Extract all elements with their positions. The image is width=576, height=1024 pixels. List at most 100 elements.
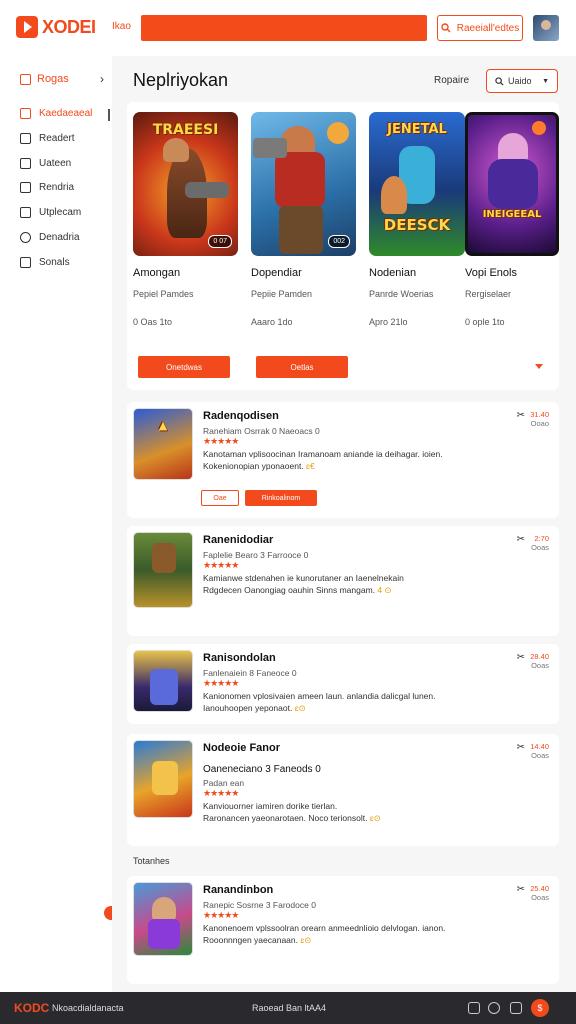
- price-block: 25.40 Ooas: [530, 884, 549, 902]
- game-thumbnail: [133, 650, 193, 712]
- sidebar-item-info[interactable]: Denadria: [20, 232, 80, 243]
- list-item-description: Kanotaman vplisoocinan Iramanoam aniande…: [203, 448, 493, 472]
- star-rating: ★★★★★: [203, 910, 239, 920]
- top-header: XODEI Ikao Raeeiall'edtes: [0, 0, 576, 56]
- chevron-right-icon: ›: [100, 72, 104, 86]
- highlight-tag: ɛ⊙: [369, 813, 381, 823]
- share-icon[interactable]: ✂: [517, 652, 525, 663]
- footer-logo[interactable]: KODC: [14, 1001, 49, 1015]
- list-item[interactable]: Ranenidodiar Faplelie Bearo 3 Farrooce 0…: [127, 526, 559, 636]
- featured-card[interactable]: JENETAL DEESCK Nodenian Panrde Woerias A…: [369, 112, 465, 327]
- game-cover-image: TRAEESI 0 07: [133, 112, 238, 256]
- star-rating: ★★★★★: [203, 788, 239, 798]
- cover-title-art: JENETAL: [387, 122, 447, 137]
- description-line: Kanviouorner iamiren dorike tierlan.: [203, 801, 338, 811]
- share-icon[interactable]: ✂: [517, 410, 525, 421]
- sidebar-item-label: Sonals: [39, 257, 70, 268]
- page-title: Neplriyokan: [133, 70, 229, 90]
- featured-action-button[interactable]: Onetdwas: [138, 356, 230, 378]
- list-item-subtitle: Ranehiam Osrrak 0 Naeoacs 0: [203, 426, 320, 436]
- list-item-description: Kamianwe stdenahen ie kunorutaner an Iae…: [203, 572, 493, 596]
- price-sub: Ooao: [530, 419, 549, 428]
- primary-button[interactable]: Rinkoalinom: [245, 490, 317, 506]
- list-item-subtitle: Ranepic Sosrne 3 Farodoce 0: [203, 900, 316, 910]
- chevron-down-icon: ▼: [542, 77, 549, 85]
- description-line: Kamianwe stdenahen ie kunorutaner an Iae…: [203, 573, 404, 583]
- brand-name: XODEI: [42, 16, 96, 37]
- card-title: Dopendiar: [251, 267, 302, 279]
- game-thumbnail: ▲: [133, 408, 193, 480]
- list-item-description: Kanionomen vplosivaien ameen laun. anlan…: [203, 690, 493, 714]
- rating-badge: 0 07: [208, 235, 232, 248]
- notification-badge[interactable]: $: [531, 999, 549, 1017]
- list-item-description: Kanonenoem vplssoolran orearn anmeednlio…: [203, 922, 493, 946]
- game-cover-image: JENETAL DEESCK: [369, 112, 465, 256]
- sidebar-header-label: Rogas: [37, 73, 69, 85]
- card-meta: Aaaro 1do: [251, 317, 293, 327]
- chat-icon[interactable]: [510, 1002, 522, 1014]
- scroll-indicator: [108, 109, 110, 121]
- footer-bar: KODC Nkoacdialdanacta Raoead Ban ltAA4 $: [0, 992, 576, 1024]
- scroll-handle[interactable]: [104, 906, 112, 920]
- sidebar-item-label: Denadria: [39, 232, 80, 243]
- game-cover-image: 002: [251, 112, 356, 256]
- nav-link[interactable]: Ikao: [112, 21, 131, 32]
- sidebar-item-label: Uateen: [39, 158, 72, 169]
- sidebar-item-book[interactable]: Utplecam: [20, 207, 81, 218]
- description-line: Rooonnngen yaecanaan.: [203, 935, 298, 945]
- featured-card[interactable]: 002 Dopendiar Pepiie Pamden Aaaro 1do: [251, 112, 356, 327]
- description-line: Kokenionopian yponaoent.: [203, 461, 304, 471]
- share-icon[interactable]: ✂: [517, 534, 525, 545]
- home-icon[interactable]: [468, 1002, 480, 1014]
- list-item[interactable]: Ranandinbon Ranepic Sosrne 3 Farodoce 0 …: [127, 876, 559, 984]
- search-icon: [441, 23, 451, 33]
- list-item[interactable]: ▲ Radenqodisen Ranehiam Osrrak 0 Naeoacs…: [127, 402, 559, 518]
- featured-card[interactable]: INEIGEEAL Vopi Enols Rergiselaer 0 ople …: [465, 112, 559, 327]
- secondary-button[interactable]: Oae: [201, 490, 239, 506]
- description-line: Raronancen yaeonarotaen. Noco terionsolt…: [203, 813, 368, 823]
- list-item[interactable]: Nodeoie Fanor Oaneneciano 3 Faneods 0 Pa…: [127, 734, 559, 846]
- list-item-meta: Padan ean: [203, 778, 245, 788]
- price-sub: Ooas: [531, 893, 549, 902]
- price: 28.40: [530, 652, 549, 661]
- list-item-subtitle: Faplelie Bearo 3 Farrooce 0: [203, 550, 309, 560]
- featured-action-button[interactable]: Oetlas: [256, 356, 348, 378]
- list-item-title: Ranandinbon: [203, 884, 274, 896]
- section-label: Totanhes: [133, 856, 170, 866]
- sort-label: Ropaire: [434, 75, 470, 86]
- card-subtitle: Pepiie Pamden: [251, 289, 313, 299]
- sort-dropdown[interactable]: Uaido ▼: [486, 69, 558, 93]
- search-button[interactable]: Raeeiall'edtes: [437, 15, 523, 41]
- sidebar-item-reader[interactable]: Readert: [20, 133, 75, 144]
- brand-logo[interactable]: XODEI: [16, 16, 96, 38]
- list-item-subtitle: Oaneneciano 3 Faneods 0: [203, 764, 321, 775]
- share-icon[interactable]: ✂: [517, 884, 525, 895]
- description-line: Ianouhoopen yeponaot.: [203, 703, 293, 713]
- price-sub: Ooas: [531, 543, 549, 552]
- search-icon[interactable]: [488, 1002, 500, 1014]
- sidebar-header[interactable]: Rogas ›: [20, 72, 104, 86]
- search-input[interactable]: [141, 15, 427, 41]
- star-rating: ★★★★★: [203, 436, 239, 446]
- sidebar-item-bookmarks[interactable]: Sonals: [20, 257, 70, 268]
- price-block: 14.40 Ooas: [530, 742, 549, 760]
- card-subtitle: Rergiselaer: [465, 289, 512, 299]
- category-icon: [20, 73, 31, 85]
- share-icon[interactable]: ✂: [517, 742, 525, 753]
- list-item-title: Ranenidodiar: [203, 534, 274, 546]
- sidebar-item-news[interactable]: Uateen: [20, 158, 71, 169]
- list-item[interactable]: Ranisondolan Fanlenaiein 8 Faneoce 0 ★★★…: [127, 644, 559, 724]
- sidebar-item-label: Rendria: [39, 182, 75, 193]
- price-block: 28.40 Ooas: [530, 652, 549, 670]
- sidebar-item-grid[interactable]: Rendria: [20, 182, 74, 193]
- chevron-down-icon[interactable]: [535, 364, 543, 369]
- sidebar-item-games[interactable]: Kaedaeaeal: [20, 108, 92, 119]
- featured-card[interactable]: TRAEESI 0 07 Amongan Pepiel Pamdes 0 Oas…: [133, 112, 238, 327]
- game-thumbnail: [133, 740, 193, 818]
- footer-text: Raoead Ban ltAA4: [252, 1003, 327, 1013]
- gamepad-icon: [20, 108, 31, 119]
- user-avatar[interactable]: [533, 15, 559, 41]
- search-icon: [495, 76, 504, 86]
- description-line: Rdgdecen Oanongiag oauhin Sinns mangam.: [203, 585, 376, 595]
- description-line: Kanonenoem vplssoolran orearn anmeednlio…: [203, 923, 446, 933]
